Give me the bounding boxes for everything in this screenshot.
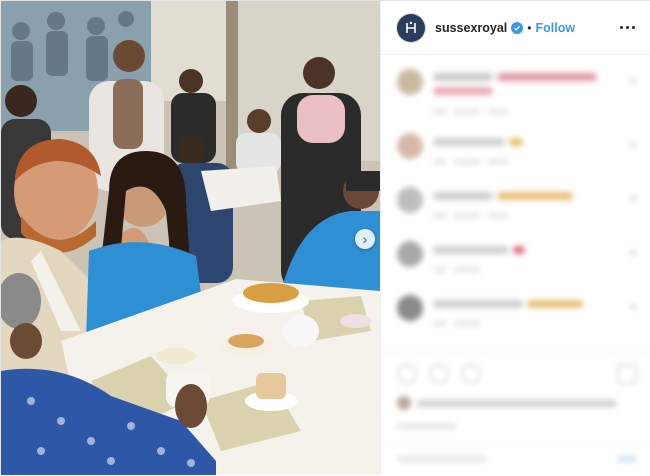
comment [397,295,637,335]
separator-dot: • [527,20,532,35]
chevron-right-icon: › [362,231,368,247]
photo-illustration [1,1,380,475]
bookmark-icon[interactable] [617,364,637,384]
comment [397,187,637,227]
share-icon[interactable] [461,364,481,384]
avatar[interactable] [397,13,425,42]
comment [397,133,637,173]
username-link[interactable]: sussexroyal [435,21,507,35]
carousel-next-button[interactable]: › [355,229,375,249]
post-photo[interactable]: › [1,1,380,475]
comment [397,69,637,121]
post-sidebar: sussexroyal • Follow [380,1,650,475]
instagram-post: › sussexroyal • Follow [0,0,650,475]
verified-badge-icon [511,21,524,34]
comment [397,241,637,281]
crest-icon [406,21,416,33]
follow-button[interactable]: Follow [535,21,575,35]
heart-icon[interactable] [397,364,417,384]
post-actions [381,353,650,476]
post-header: sussexroyal • Follow [381,1,650,55]
comments-list [381,55,650,355]
more-options-icon[interactable] [617,18,637,38]
comment-icon[interactable] [429,364,449,384]
